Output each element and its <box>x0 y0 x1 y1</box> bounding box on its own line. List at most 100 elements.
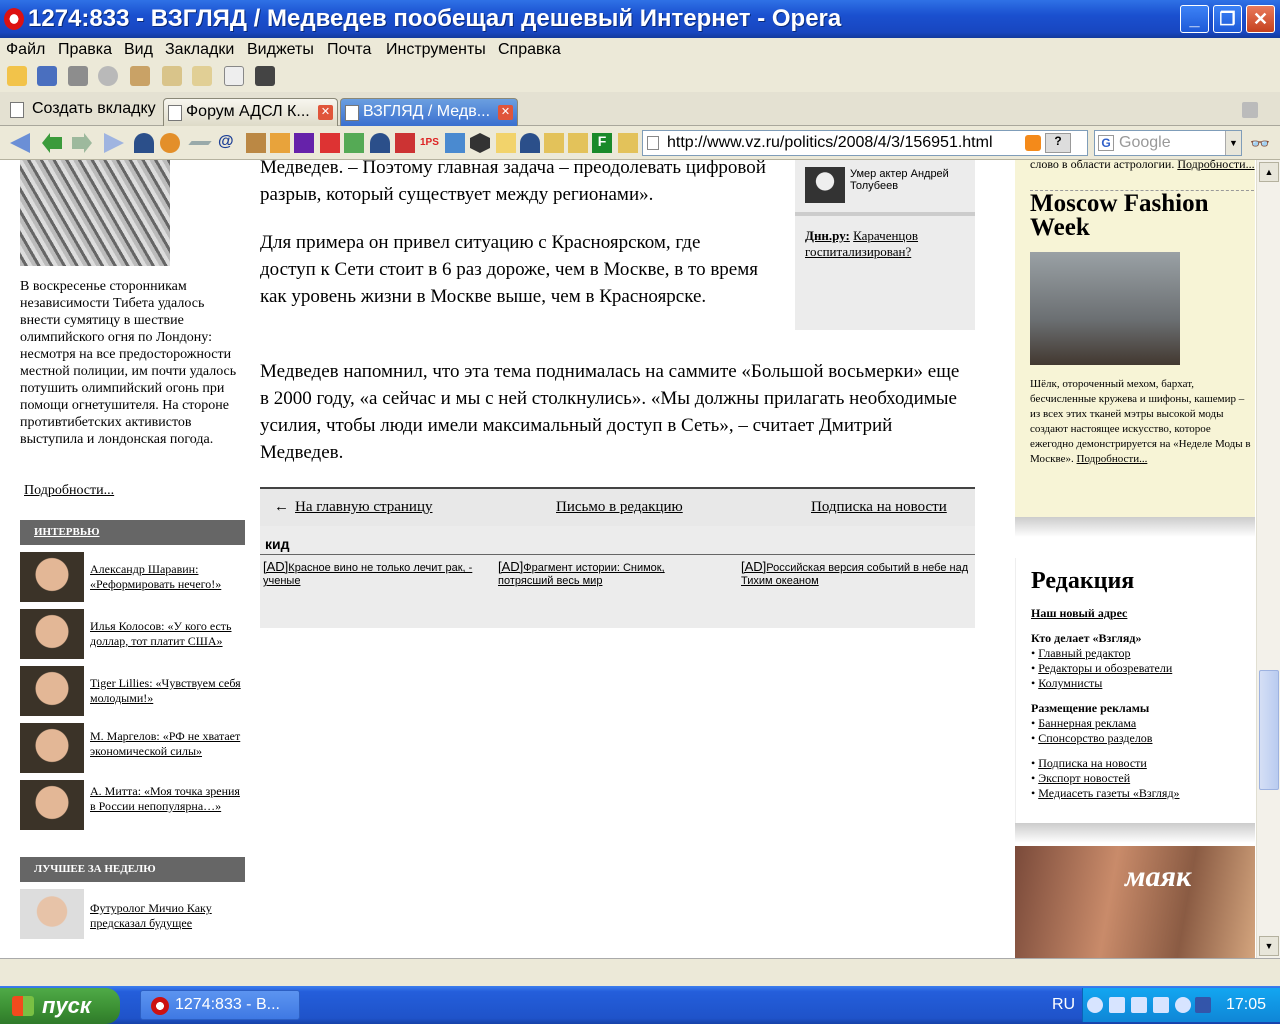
list-item[interactable]: • Экспорт новостей <box>1031 771 1130 786</box>
interview-link[interactable]: А. Митта: «Моя точка зрения в России неп… <box>90 784 248 814</box>
interview-link[interactable]: Tiger Lillies: «Чувствуем себя молодыми!… <box>90 676 248 706</box>
users-icon[interactable] <box>294 133 314 153</box>
address-bar[interactable]: http://www.vz.ru/politics/2008/4/3/15695… <box>642 130 1088 156</box>
clock-icon[interactable] <box>445 133 465 153</box>
help-icon[interactable] <box>1175 997 1191 1013</box>
news-headline[interactable]: Умер актер Андрей Толубеев <box>850 168 970 192</box>
list-item[interactable]: • Спонсорство разделов <box>1031 731 1152 746</box>
interview-link[interactable]: Илья Колосов: «У кого есть доллар, тот п… <box>90 619 248 649</box>
home-link[interactable]: На главную страницу <box>295 499 432 516</box>
new-tab-button[interactable]: Создать вкладку <box>8 100 156 118</box>
find-icon[interactable] <box>98 66 118 86</box>
scroll-thumb[interactable] <box>1259 670 1279 790</box>
avatar[interactable] <box>20 780 84 830</box>
editors-link[interactable]: Редакторы и обозреватели <box>1038 661 1172 675</box>
mail-at-icon[interactable]: @ <box>218 133 238 153</box>
note-icon[interactable] <box>496 133 516 153</box>
interview-item[interactable]: Tiger Lillies: «Чувствуем себя молодыми!… <box>20 666 250 718</box>
tray-arrow-icon[interactable] <box>1087 997 1103 1013</box>
avatar[interactable] <box>20 889 84 939</box>
back-icon[interactable] <box>42 133 62 153</box>
panels-icon[interactable] <box>192 66 212 86</box>
bookmark2-icon[interactable] <box>568 133 588 153</box>
promo-banner[interactable]: маяк <box>1015 846 1255 958</box>
search-box[interactable]: G Google ▼ <box>1094 130 1242 156</box>
close-tab-icon[interactable]: ✕ <box>498 105 513 120</box>
interview-item[interactable]: М. Маргелов: «РФ не хватает экономическо… <box>20 723 250 775</box>
address-url[interactable]: http://www.vz.ru/politics/2008/4/3/15695… <box>667 134 993 152</box>
list-item[interactable]: • Главный редактор <box>1031 646 1130 661</box>
minimize-button[interactable]: _ <box>1180 5 1209 33</box>
avatar[interactable] <box>20 723 84 773</box>
ad-text[interactable]: Красное вино не только лечит рак, - учен… <box>263 562 472 587</box>
chief-editor-link[interactable]: Главный редактор <box>1038 646 1130 660</box>
widget-icon[interactable] <box>370 133 390 153</box>
network2-icon[interactable] <box>1131 997 1147 1013</box>
ips-icon[interactable]: 1PS <box>420 137 440 157</box>
avatar[interactable] <box>20 552 84 602</box>
interview-header[interactable]: ИНТЕРВЬЮ <box>20 520 245 545</box>
subscribe-news-link[interactable]: Подписка на новости <box>1038 756 1147 770</box>
best-item[interactable]: Футуролог Мичио Каку предсказал будущее <box>20 889 250 941</box>
sponsorship-link[interactable]: Спонсорство разделов <box>1038 731 1152 745</box>
help-button[interactable]: ? <box>1045 133 1071 153</box>
block-icon[interactable] <box>320 133 340 153</box>
interview-item[interactable]: Александр Шаравин: «Реформировать нечего… <box>20 552 250 604</box>
edit-icon[interactable] <box>188 141 212 145</box>
reload-icon[interactable] <box>160 133 180 153</box>
open-folder-icon[interactable] <box>7 66 27 86</box>
chevron-down-icon[interactable]: ▼ <box>1225 131 1241 155</box>
menu-file[interactable]: Файл <box>6 41 45 59</box>
network3-icon[interactable] <box>1153 997 1169 1013</box>
close-tab-icon[interactable]: ✕ <box>318 105 333 120</box>
menu-edit[interactable]: Правка <box>58 41 112 59</box>
print-icon[interactable] <box>68 66 88 86</box>
news-source[interactable]: Днн.ру: <box>805 228 850 243</box>
scroll-up-icon[interactable]: ▲ <box>1259 162 1279 182</box>
cube-icon[interactable] <box>470 133 490 153</box>
menu-view[interactable]: Вид <box>124 41 153 59</box>
banner-ads-link[interactable]: Баннерная реклама <box>1038 716 1136 730</box>
notes-icon[interactable] <box>162 66 182 86</box>
vertical-scrollbar[interactable]: ▲ ▼ <box>1256 160 1280 958</box>
ufo-icon[interactable] <box>134 133 154 153</box>
list-item[interactable]: • Редакторы и обозреватели <box>1031 661 1172 676</box>
news-thumb[interactable] <box>805 167 845 203</box>
list-item[interactable]: • Баннерная реклама <box>1031 716 1136 731</box>
fashion-more-link[interactable]: Подробности... <box>1077 453 1148 465</box>
prev-more-link[interactable]: Подробности... <box>1177 160 1254 171</box>
taskbar-window-button[interactable]: 1274:833 - В... <box>140 990 300 1020</box>
fashion-title[interactable]: Moscow Fashion Week <box>1030 191 1250 240</box>
fashion-photo[interactable] <box>1030 252 1180 365</box>
ufo2-icon[interactable] <box>520 133 540 153</box>
menu-widgets[interactable]: Виджеты <box>247 41 314 59</box>
ad-link[interactable]: [AD]Фрагмент истории: Снимок, потрясший … <box>498 560 723 588</box>
bookmark-icon[interactable] <box>544 133 564 153</box>
interview-link[interactable]: Александр Шаравин: «Реформировать нечего… <box>90 562 248 592</box>
list-item[interactable]: • Колумнисты <box>1031 676 1102 691</box>
fast-forward-icon[interactable] <box>104 133 124 153</box>
scroll-down-icon[interactable]: ▼ <box>1259 936 1279 956</box>
media-network-link[interactable]: Медиасеть газеты «Взгляд» <box>1038 786 1179 800</box>
menu-help[interactable]: Справка <box>498 41 561 59</box>
interview-item[interactable]: Илья Колосов: «У кого есть доллар, тот п… <box>20 609 250 661</box>
subscribe-link[interactable]: Подписка на новости <box>811 499 947 516</box>
menu-mail[interactable]: Почта <box>327 41 371 59</box>
menu-tools[interactable]: Инструменты <box>386 41 486 59</box>
new-address-link[interactable]: Наш новый адрес <box>1031 606 1127 621</box>
columnists-link[interactable]: Колумнисты <box>1038 676 1102 690</box>
avatar[interactable] <box>20 666 84 716</box>
interview-link[interactable]: М. Маргелов: «РФ не хватает экономическо… <box>90 729 248 759</box>
ad-text[interactable]: Фрагмент истории: Снимок, потрясший весь… <box>498 562 665 587</box>
home-icon[interactable] <box>130 66 150 86</box>
news-item[interactable]: Днн.ру: Караченцов госпитализирован? <box>805 228 965 260</box>
menu-bookmarks[interactable]: Закладки <box>165 41 234 59</box>
ad-link[interactable]: [AD]Российская версия событий в небе над… <box>741 560 973 588</box>
gift-icon[interactable] <box>395 133 415 153</box>
rewind-icon[interactable] <box>10 133 30 153</box>
zoom-glasses-icon[interactable]: 👓 <box>1250 134 1270 154</box>
best-link[interactable]: Футуролог Мичио Каку предсказал будущее <box>90 901 248 931</box>
promo-brand[interactable]: маяк <box>1125 860 1191 894</box>
list-item[interactable]: • Подписка на новости <box>1031 756 1147 771</box>
ru-icon[interactable] <box>1195 997 1211 1013</box>
